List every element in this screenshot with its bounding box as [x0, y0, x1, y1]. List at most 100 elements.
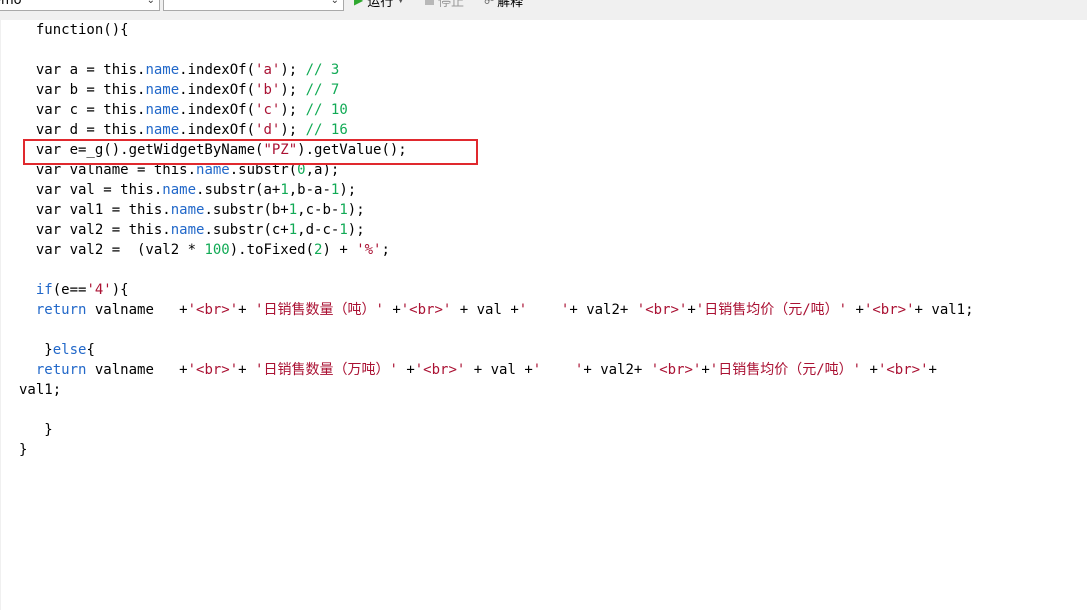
code-token: + [238, 302, 256, 318]
code-token: '<br>' [187, 362, 239, 378]
code-line: var a = this.name.indexOf('a'); // 3 [19, 60, 974, 80]
code-token: valname + [86, 302, 188, 318]
code-token: + [928, 362, 937, 378]
code-line: } [19, 440, 974, 460]
explain-button[interactable]: ☍ 解释 [484, 0, 524, 10]
code-token: 1 [339, 202, 348, 218]
code-token: + val + [451, 302, 519, 318]
highlight-box [23, 139, 478, 165]
code-token: ); [347, 222, 365, 238]
code-token: // 7 [305, 82, 340, 98]
code-token: ); [280, 122, 306, 138]
code-token: ) + [322, 242, 357, 258]
code-token: ).toFixed( [229, 242, 315, 258]
toolbar: emo ⌄ ⌄ ▶ 运行 ▼ 停止 ☍ 解释 [0, 0, 1087, 20]
code-token: else [52, 342, 87, 358]
code-token: ){ [111, 282, 129, 298]
code-line: val1; [19, 380, 974, 400]
code-token: val1; [19, 382, 62, 398]
code-token: '<br>' [636, 302, 688, 318]
code-token: '<br>' [650, 362, 702, 378]
code-token: } [19, 422, 53, 438]
code-token: // 10 [305, 102, 348, 118]
code-token: 1 [288, 202, 298, 218]
code-token: ); [280, 62, 306, 78]
code-line: return valname +'<br>'+ '日销售数量（万吨）' +'<b… [19, 360, 974, 380]
code-line: var val2 = this.name.substr(c+1,d-c-1); [19, 220, 974, 240]
code-token: ,c-b- [297, 202, 340, 218]
code-token: .indexOf( [179, 62, 256, 78]
code-token: ); [280, 102, 306, 118]
code-token: '<br>' [877, 362, 929, 378]
caret-down-icon[interactable]: ▼ [397, 0, 404, 5]
code-token: name [162, 182, 197, 198]
code-token: '<br>' [400, 302, 452, 318]
code-content: function(){ var a = this.name.indexOf('a… [19, 20, 974, 460]
code-token: + val2+ [569, 302, 637, 318]
code-line: } [19, 420, 974, 440]
code-token: ; [381, 242, 390, 258]
code-token: '%' [356, 242, 382, 258]
code-token: 'd' [255, 122, 281, 138]
explain-label: 解释 [497, 0, 524, 10]
code-token: var d = this. [19, 122, 146, 138]
code-token: .indexOf( [179, 82, 256, 98]
code-token: var val2 = (val2 * [19, 242, 205, 258]
code-editor[interactable]: function(){ var a = this.name.indexOf('a… [1, 20, 1087, 610]
run-button[interactable]: ▶ 运行 ▼ [354, 0, 404, 10]
code-token: '<br>' [187, 302, 239, 318]
code-line: function(){ [19, 20, 974, 40]
code-token: function(){ [19, 22, 129, 38]
code-token: var b = this. [19, 82, 146, 98]
dataset-select[interactable]: emo ⌄ [0, 0, 160, 11]
code-token: 1 [339, 222, 348, 238]
code-token: (e== [52, 282, 87, 298]
code-token: '日销售数量（吨）' [255, 302, 384, 318]
code-token: + [847, 302, 864, 318]
code-token: + [397, 362, 415, 378]
code-token: name [145, 122, 180, 138]
code-line: var d = this.name.indexOf('d'); // 16 [19, 120, 974, 140]
stop-label: 停止 [438, 0, 465, 10]
code-token: ); [280, 82, 306, 98]
code-line: var val2 = (val2 * 100).toFixed(2) + '%'… [19, 240, 974, 260]
code-token: name [145, 102, 180, 118]
code-token: '日销售均价（元/吨）' [709, 362, 862, 378]
code-token: return [35, 362, 87, 378]
code-token: { [86, 342, 95, 358]
code-token: name [145, 82, 180, 98]
option-select[interactable]: ⌄ [163, 0, 344, 11]
code-token: return [35, 302, 87, 318]
code-token: ' ' [532, 362, 584, 378]
code-token: + [687, 302, 696, 318]
code-token: '<br>' [414, 362, 466, 378]
code-token: + [861, 362, 878, 378]
code-token: .substr(c+ [204, 222, 289, 238]
code-token: + val1; [914, 302, 974, 318]
code-token: '日销售均价（元/吨）' [695, 302, 848, 318]
code-token: // 16 [305, 122, 348, 138]
chevron-down-icon: ⌄ [330, 0, 339, 6]
code-token: 'c' [255, 102, 281, 118]
stop-button[interactable]: 停止 [425, 0, 465, 10]
code-token: + [383, 302, 401, 318]
explain-icon: ☍ [484, 0, 496, 7]
run-label: 运行 [367, 0, 394, 10]
code-token: '<br>' [863, 302, 915, 318]
code-token: .substr(b+ [204, 202, 289, 218]
code-token: 'b' [255, 82, 281, 98]
code-token: var val2 = this. [19, 222, 171, 238]
code-line: if(e=='4'){ [19, 280, 974, 300]
code-token: ); [347, 202, 365, 218]
code-token: if [35, 282, 53, 298]
code-token: var val1 = this. [19, 202, 171, 218]
code-token: + val2+ [583, 362, 651, 378]
code-token: valname + [86, 362, 188, 378]
code-token: var val = this. [19, 182, 163, 198]
